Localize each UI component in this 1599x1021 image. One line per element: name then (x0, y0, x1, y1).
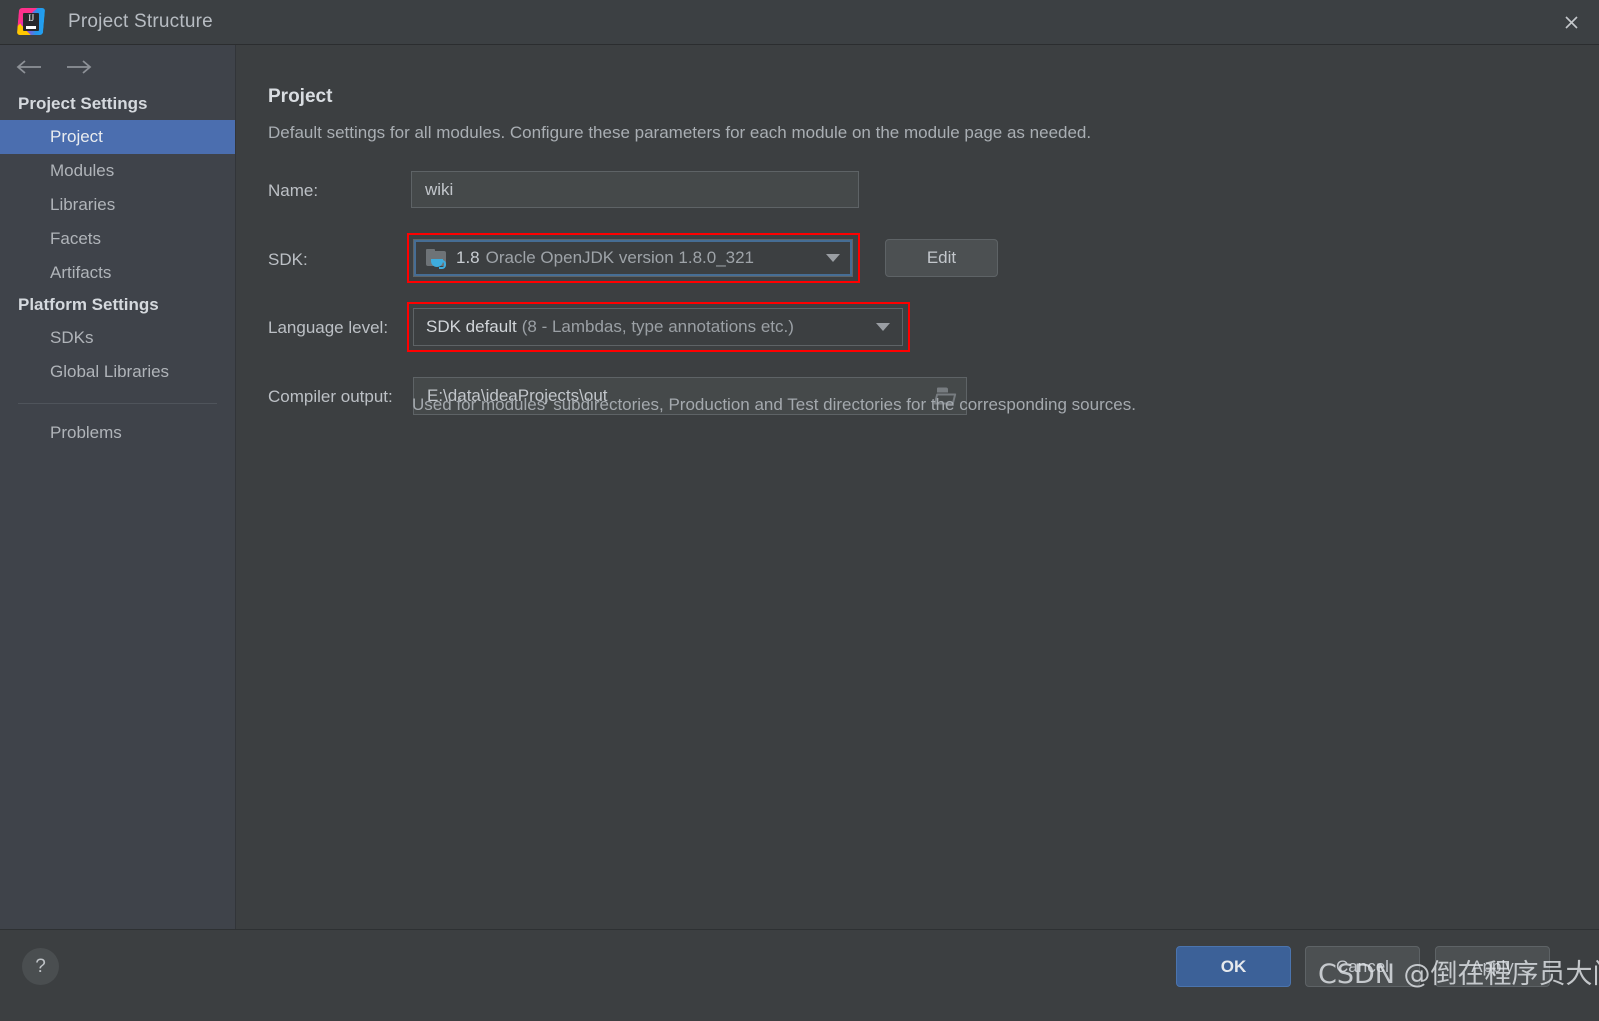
question-mark-icon[interactable]: ? (22, 948, 59, 985)
language-level-detail: (8 - Lambdas, type annotations etc.) (521, 317, 794, 336)
chevron-down-icon[interactable] (876, 323, 890, 331)
language-level-value: SDK default (426, 317, 517, 336)
watermark: CSDN @倒在程序员大门前 (1318, 959, 1599, 990)
sidebar-group-platform-settings: Platform Settings (18, 295, 159, 314)
project-structure-dialog: IJ Project Structure Project Settings Pr… (0, 0, 1599, 1021)
sdk-version: 1.8 (456, 248, 480, 267)
arrow-right-icon[interactable] (62, 54, 96, 80)
title-bar: IJ Project Structure (0, 0, 1599, 45)
sidebar-item-project[interactable]: Project (0, 120, 235, 154)
sidebar-item-modules[interactable]: Modules (0, 154, 235, 188)
language-level-label: Language level: (268, 318, 389, 337)
project-name-input[interactable]: wiki (411, 171, 859, 208)
close-icon[interactable] (1543, 0, 1599, 45)
sidebar-group-project-settings: Project Settings (18, 94, 148, 113)
window-title: Project Structure (68, 11, 213, 32)
chevron-down-icon[interactable] (826, 254, 840, 262)
compiler-output-label: Compiler output: (268, 387, 393, 406)
sidebar-item-artifacts[interactable]: Artifacts (0, 256, 235, 290)
sidebar-item-facets[interactable]: Facets (0, 222, 235, 256)
sdk-description: Oracle OpenJDK version 1.8.0_321 (485, 248, 755, 267)
name-label: Name: (268, 181, 319, 200)
ok-button[interactable]: OK (1176, 946, 1291, 987)
edit-sdk-button[interactable]: Edit (885, 239, 998, 277)
sidebar-item-problems[interactable]: Problems (0, 416, 235, 450)
navigation-buttons (0, 45, 235, 89)
sidebar-item-libraries[interactable]: Libraries (0, 188, 235, 222)
page-description: Default settings for all modules. Config… (268, 123, 1092, 142)
sdk-label: SDK: (268, 250, 308, 269)
sidebar-divider (18, 403, 217, 404)
compiler-output-hint: Used for modules' subdirectories, Produc… (412, 395, 1136, 414)
sdk-combobox[interactable]: 1.8 Oracle OpenJDK version 1.8.0_321 (413, 239, 853, 277)
sidebar-item-sdks[interactable]: SDKs (0, 321, 235, 355)
java-sdk-folder-icon (426, 248, 448, 269)
arrow-left-icon[interactable] (12, 54, 46, 80)
content-panel: Project Default settings for all modules… (237, 45, 1599, 929)
intellij-idea-logo-icon: IJ (16, 7, 46, 37)
sidebar: Project Settings Project Modules Librari… (0, 45, 236, 929)
sidebar-item-global-libraries[interactable]: Global Libraries (0, 355, 235, 389)
language-level-combobox[interactable]: SDK default (8 - Lambdas, type annotatio… (413, 308, 903, 346)
page-title: Project (268, 86, 333, 107)
